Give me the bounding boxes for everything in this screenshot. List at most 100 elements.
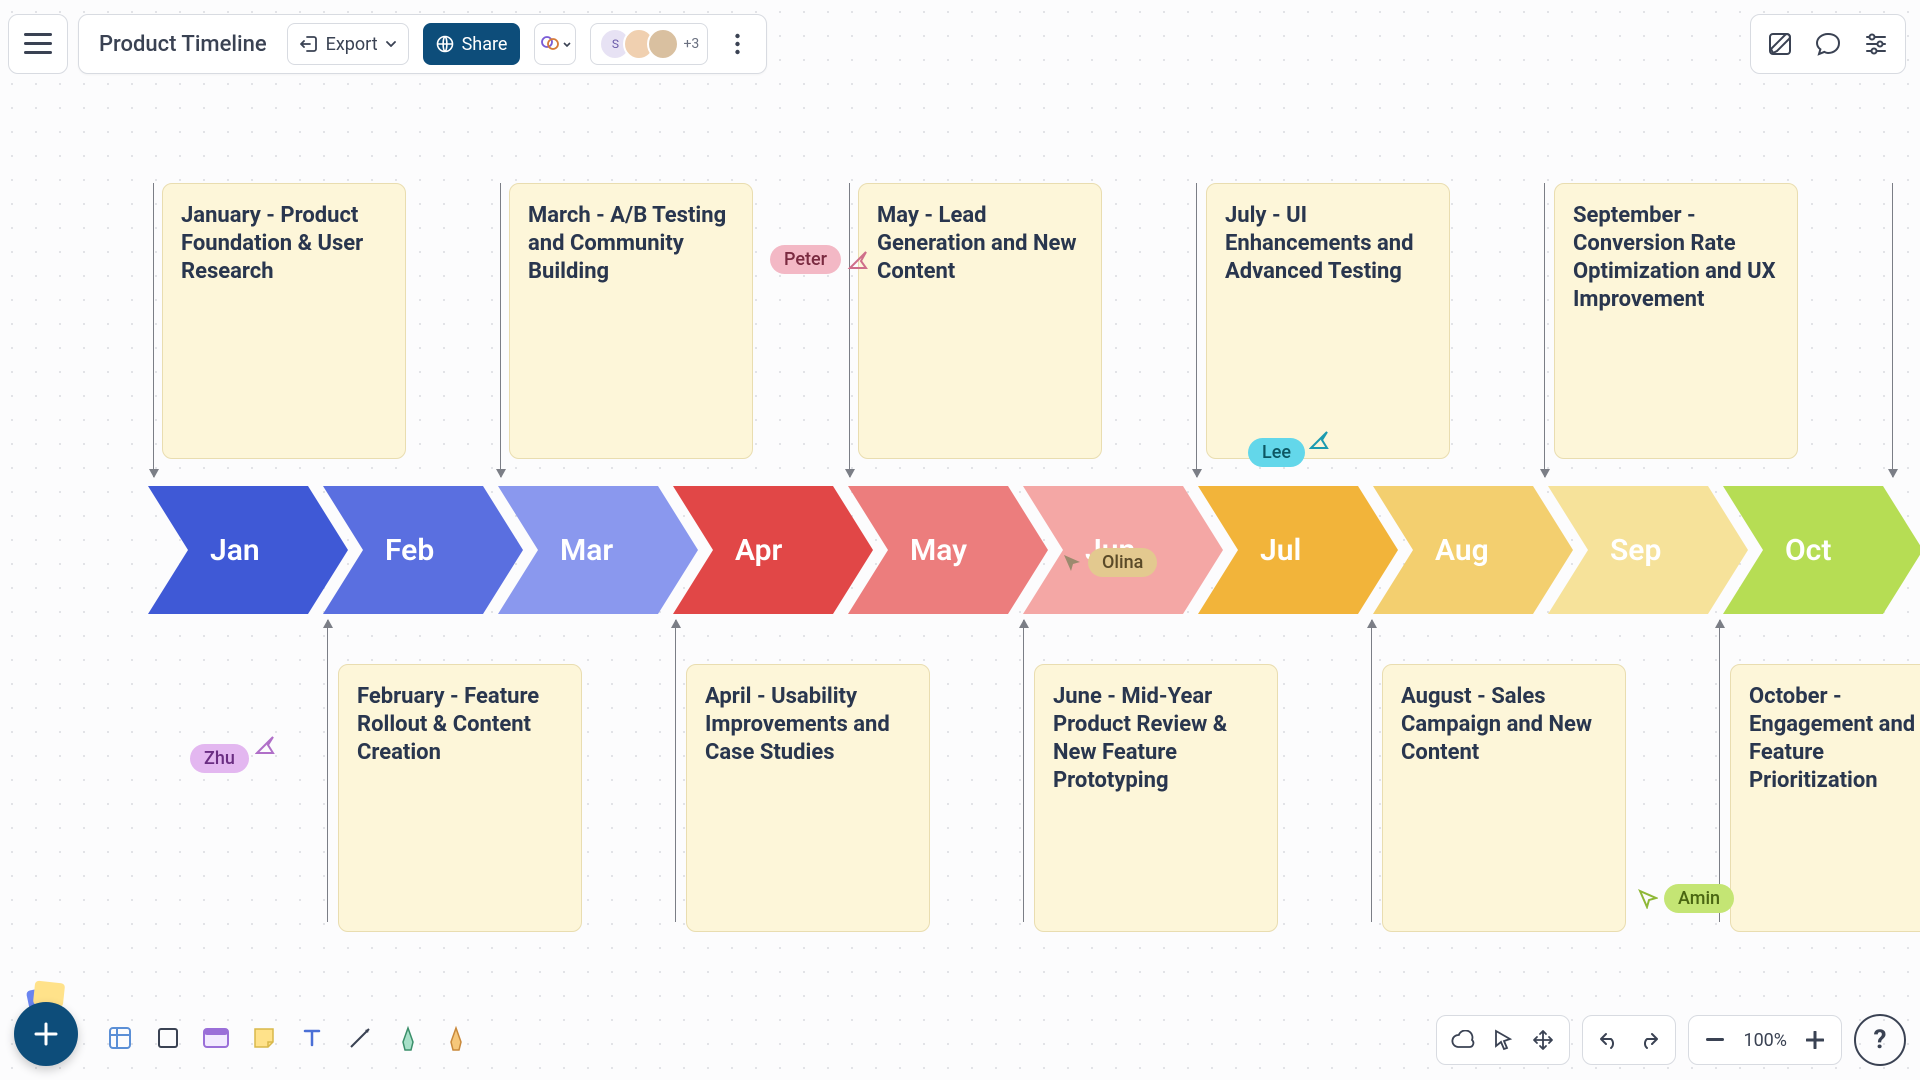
connector-line [849,183,850,477]
month-label: Apr [735,486,782,614]
highlighter-tool[interactable] [434,1016,478,1060]
cloud-sync-button[interactable] [1445,1022,1481,1058]
top-right-toolbar [1750,14,1906,74]
zoom-level[interactable]: 100% [1737,1030,1793,1051]
pen-tool[interactable] [386,1016,430,1060]
ai-copilot-button[interactable] [534,23,576,65]
canvas-mode-box [1436,1015,1570,1065]
month-label: Jan [210,486,260,614]
month-label: Sep [1610,486,1661,614]
help-button[interactable]: ? [1854,1014,1906,1066]
sticky-note-icon [252,1026,276,1050]
note-text: April - Usability Improvements and Case … [705,684,890,765]
card-tool[interactable] [194,1016,238,1060]
timeline-note[interactable]: July - UI Enhancements and Advanced Test… [1206,183,1450,459]
month-label: Mar [560,486,613,614]
share-button[interactable]: Share [423,23,521,65]
timeline-note[interactable]: April - Usability Improvements and Case … [686,664,930,932]
month-label: Jul [1260,486,1301,614]
connector-line [1719,620,1720,922]
text-tool[interactable] [290,1016,334,1060]
note-text: October - Engagement and Feature Priorit… [1749,684,1915,793]
month-label: May [910,486,967,614]
month-label: Aug [1435,486,1489,614]
chevron-down-icon [386,41,396,47]
connector-line [1023,620,1024,922]
settings-button[interactable] [1855,23,1897,65]
connector-line [1371,620,1372,922]
zoom-in-button[interactable] [1797,1022,1833,1058]
connector-line [327,620,328,922]
table-tool[interactable] [98,1016,142,1060]
select-tool[interactable] [1485,1022,1521,1058]
cursor-label: Peter [770,245,841,274]
collaborators-button[interactable]: S +3 [590,23,708,65]
timeline-axis[interactable]: Jan Feb Mar Apr May Jun Jul Aug Sep Oct [148,486,1898,614]
connector-line [500,183,501,477]
note-text: July - UI Enhancements and Advanced Test… [1225,203,1413,284]
zoom-box: 100% [1688,1015,1842,1065]
document-title[interactable]: Product Timeline [93,32,273,57]
card-icon [202,1027,230,1049]
more-menu-button[interactable] [722,24,752,64]
rectangle-tool[interactable] [146,1016,190,1060]
app-menu-button[interactable] [8,14,68,74]
note-text: January - Product Foundation & User Rese… [181,203,363,284]
timeline-note[interactable]: March - A/B Testing and Community Buildi… [509,183,753,459]
timeline-note[interactable]: January - Product Foundation & User Rese… [162,183,406,459]
month-label: Oct [1785,486,1831,614]
month-label: Feb [385,486,434,614]
pen-icon [397,1024,419,1052]
cursor-icon [255,735,275,755]
timeline-note[interactable]: October - Engagement and Feature Priorit… [1730,664,1920,932]
comment-icon [1815,31,1841,57]
shape-toolbar [92,1010,484,1066]
edit-button[interactable] [1759,23,1801,65]
export-button[interactable]: Export [287,23,409,65]
connector-line [1544,183,1545,477]
timeline-note[interactable]: May - Lead Generation and New Content [858,183,1102,459]
move-icon [1532,1029,1554,1051]
connector-line [1196,183,1197,477]
zoom-in-icon [1806,1031,1824,1049]
note-text: June - Mid-Year Product Review & New Fea… [1053,684,1227,793]
undo-icon [1598,1030,1620,1050]
add-shape-button[interactable] [14,1002,78,1066]
zoom-out-icon [1706,1038,1724,1042]
note-text: September - Conversion Rate Optimization… [1573,203,1776,312]
globe-icon [436,35,454,53]
redo-button[interactable] [1631,1022,1667,1058]
cursor-label: Amin [1664,884,1734,913]
note-text: May - Lead Generation and New Content [877,203,1077,284]
timeline-note[interactable]: August - Sales Campaign and New Content [1382,664,1626,932]
export-label: Export [326,34,378,55]
hamburger-icon [24,33,52,55]
month-label: Jun [1085,486,1135,614]
timeline-note[interactable]: June - Mid-Year Product Review & New Fea… [1034,664,1278,932]
sliders-icon [1863,31,1889,57]
avatar-overflow: +3 [683,36,699,52]
cursor-label: Zhu [190,744,249,773]
pan-tool[interactable] [1525,1022,1561,1058]
note-text: February - Feature Rollout & Content Cre… [357,684,539,765]
kebab-icon [735,33,740,55]
note-text: March - A/B Testing and Community Buildi… [528,203,726,284]
timeline-note[interactable]: September - Conversion Rate Optimization… [1554,183,1798,459]
history-box [1582,1015,1676,1065]
comment-button[interactable] [1807,23,1849,65]
pointer-icon [1493,1029,1513,1051]
chevron-down-icon [563,42,571,47]
plus-icon [32,1020,60,1048]
zoom-out-button[interactable] [1697,1022,1733,1058]
timeline-note[interactable]: February - Feature Rollout & Content Cre… [338,664,582,932]
line-tool[interactable] [338,1016,382,1060]
undo-button[interactable] [1591,1022,1627,1058]
note-text: August - Sales Campaign and New Content [1401,684,1592,765]
rectangle-icon [155,1025,181,1051]
cloud-icon [1450,1030,1476,1050]
text-icon [300,1026,324,1050]
sticky-tool[interactable] [242,1016,286,1060]
edit-icon [1767,31,1793,57]
avatar [647,28,679,60]
highlighter-icon [445,1024,467,1052]
